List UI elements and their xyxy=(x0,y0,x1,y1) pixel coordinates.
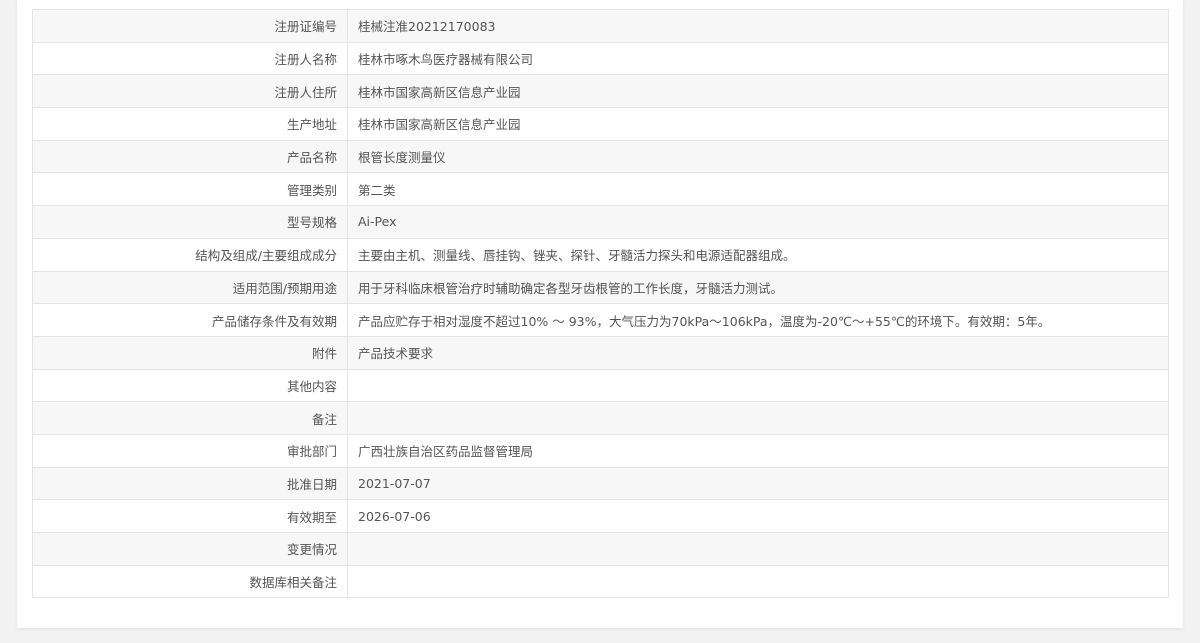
row-value: 桂林市啄木鸟医疗器械有限公司 xyxy=(347,41,1169,76)
table-row: 产品名称 根管长度测量仪 xyxy=(32,139,1169,174)
table-row: 注册人住所 桂林市国家高新区信息产业园 xyxy=(32,74,1169,109)
table-row: 产品储存条件及有效期 产品应贮存于相对湿度不超过10% ～ 93%，大气压力为7… xyxy=(32,303,1169,337)
row-label: 变更情况 xyxy=(32,532,348,566)
table-row: 变更情况 xyxy=(32,532,1169,566)
registration-detail-table: 注册证编号 桂械注准20212170083 注册人名称 桂林市啄木鸟医疗器械有限… xyxy=(32,9,1169,599)
row-label: 批准日期 xyxy=(32,466,348,501)
row-label: 型号规格 xyxy=(32,205,348,239)
table-row: 有效期至 2026-07-06 xyxy=(32,499,1169,533)
row-label: 附件 xyxy=(32,335,348,370)
row-label: 注册人名称 xyxy=(32,41,348,76)
table-row: 管理类别 第二类 xyxy=(32,172,1169,207)
table-row: 注册人名称 桂林市啄木鸟医疗器械有限公司 xyxy=(32,41,1169,76)
table-row: 型号规格 Ai-Pex xyxy=(32,205,1169,239)
row-label: 产品储存条件及有效期 xyxy=(32,303,348,337)
row-value: 主要由主机、测量线、唇挂钩、锉夹、探针、牙髓活力探头和电源适配器组成。 xyxy=(347,237,1169,272)
row-label: 审批部门 xyxy=(32,433,348,468)
table-row: 批准日期 2021-07-07 xyxy=(32,466,1169,501)
table-row: 附件 产品技术要求 xyxy=(32,335,1169,370)
row-value xyxy=(347,564,1169,599)
row-label: 管理类别 xyxy=(32,172,348,207)
row-value: 桂林市国家高新区信息产业园 xyxy=(347,107,1169,141)
row-label: 生产地址 xyxy=(32,107,348,141)
row-label: 备注 xyxy=(32,401,348,435)
row-value xyxy=(347,368,1169,403)
row-label: 结构及组成/主要组成成分 xyxy=(32,237,348,272)
row-value: 桂林市国家高新区信息产业园 xyxy=(347,74,1169,109)
row-label: 注册人住所 xyxy=(32,74,348,109)
table-row: 结构及组成/主要组成成分 主要由主机、测量线、唇挂钩、锉夹、探针、牙髓活力探头和… xyxy=(32,237,1169,272)
table-row: 审批部门 广西壮族自治区药品监督管理局 xyxy=(32,433,1169,468)
row-value: 2021-07-07 xyxy=(347,466,1169,501)
row-label: 有效期至 xyxy=(32,499,348,533)
table-row: 数据库相关备注 xyxy=(32,564,1169,599)
row-value: 用于牙科临床根管治疗时辅助确定各型牙齿根管的工作长度，牙髓活力测试。 xyxy=(347,270,1169,305)
row-value: 桂械注准20212170083 xyxy=(347,9,1169,43)
row-label: 适用范围/预期用途 xyxy=(32,270,348,305)
row-label: 注册证编号 xyxy=(32,9,348,43)
row-value: 产品技术要求 xyxy=(347,335,1169,370)
table-row: 备注 xyxy=(32,401,1169,435)
row-value xyxy=(347,401,1169,435)
row-label: 产品名称 xyxy=(32,139,348,174)
table-row: 其他内容 xyxy=(32,368,1169,403)
row-label: 数据库相关备注 xyxy=(32,564,348,599)
table-row: 注册证编号 桂械注准20212170083 xyxy=(32,9,1169,43)
row-value: 根管长度测量仪 xyxy=(347,139,1169,174)
row-value: 产品应贮存于相对湿度不超过10% ～ 93%，大气压力为70kPa～106kPa… xyxy=(347,303,1169,337)
row-value: 第二类 xyxy=(347,172,1169,207)
row-value: 广西壮族自治区药品监督管理局 xyxy=(347,433,1169,468)
row-value: 2026-07-06 xyxy=(347,499,1169,533)
table-row: 生产地址 桂林市国家高新区信息产业园 xyxy=(32,107,1169,141)
table-row: 适用范围/预期用途 用于牙科临床根管治疗时辅助确定各型牙齿根管的工作长度，牙髓活… xyxy=(32,270,1169,305)
row-label: 其他内容 xyxy=(32,368,348,403)
row-value xyxy=(347,532,1169,566)
row-value: Ai-Pex xyxy=(347,205,1169,239)
detail-card: 注册证编号 桂械注准20212170083 注册人名称 桂林市啄木鸟医疗器械有限… xyxy=(17,0,1183,628)
